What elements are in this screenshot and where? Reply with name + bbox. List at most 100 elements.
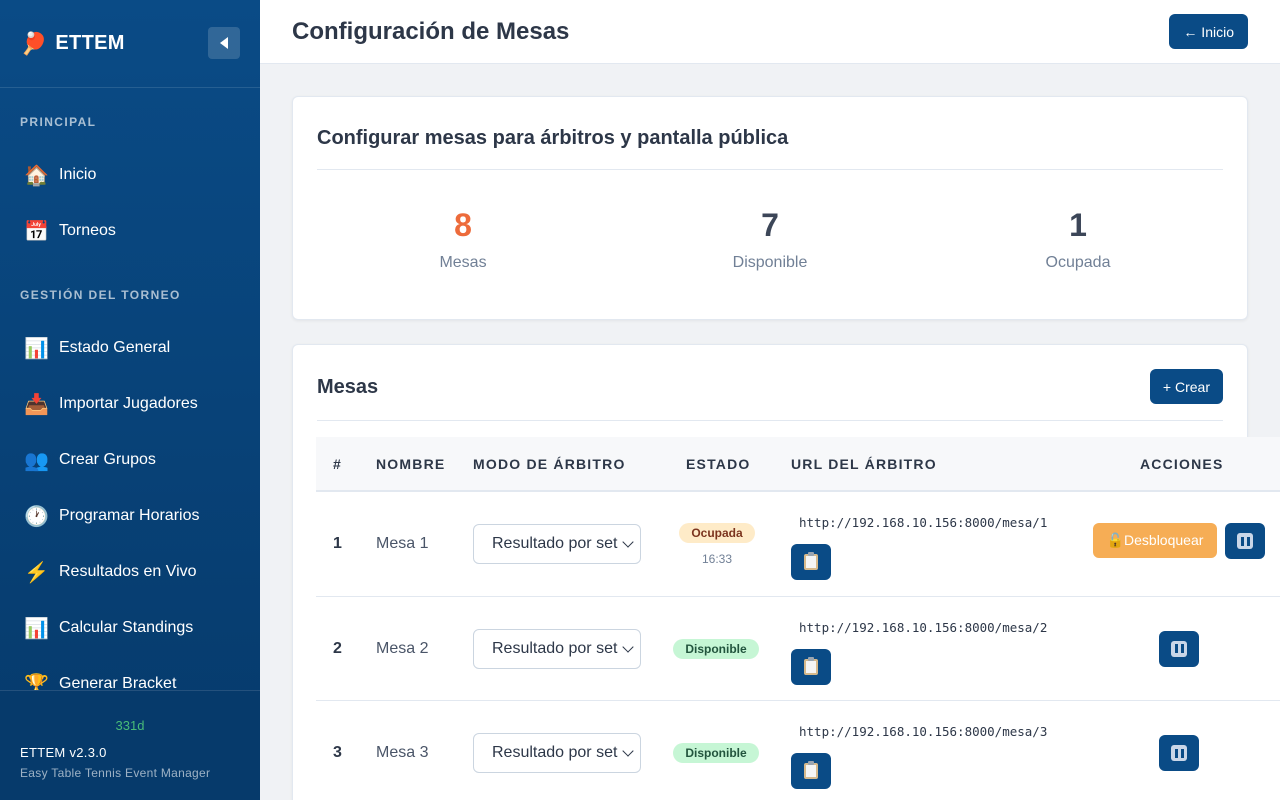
- pause-icon: [1171, 745, 1187, 761]
- table-row: 3 Mesa 3 Resultado por set Disponible ht…: [316, 701, 1280, 800]
- divider: [317, 169, 1223, 170]
- stat-label: Disponible: [732, 254, 808, 271]
- pause-icon: [1237, 533, 1253, 549]
- status-time: 16:33: [701, 552, 733, 566]
- chevron-down-icon: [622, 745, 634, 757]
- home-button[interactable]: ← Inicio: [1169, 14, 1248, 49]
- sidebar-item-label: Torneos: [59, 222, 116, 239]
- sidebar-item-torneos[interactable]: 📅 Torneos: [0, 203, 260, 259]
- column-header: URL DEL ÁRBITRO: [791, 456, 937, 472]
- sidebar-item-label: Importar Jugadores: [59, 395, 198, 412]
- pause-button[interactable]: [1225, 523, 1265, 559]
- clipboard-icon: [804, 656, 818, 675]
- sidebar-item-programar-horarios[interactable]: 🕐 Programar Horarios: [0, 488, 260, 544]
- tables-card-title: Mesas: [317, 376, 379, 398]
- column-header: #: [333, 456, 342, 472]
- referee-url: http://192.168.10.156:8000/mesa/3: [799, 724, 1048, 739]
- sidebar-item-label: Inicio: [59, 166, 97, 183]
- copy-url-button[interactable]: [791, 648, 831, 685]
- pause-button[interactable]: [1159, 630, 1199, 667]
- users-icon: 👥: [24, 449, 49, 472]
- status-cell: Disponible: [672, 743, 760, 763]
- stat-label: Ocupada: [1045, 254, 1111, 271]
- table-row: 1 Mesa 1 Resultado por set Ocupada 16:33…: [316, 492, 1280, 597]
- sidebar-item-resultados-en-vivo[interactable]: ⚡ Resultados en Vivo: [0, 544, 260, 600]
- ping-pong-icon: 🏓: [20, 30, 48, 56]
- summary-card-title: Configurar mesas para árbitros y pantall…: [317, 127, 789, 149]
- referee-mode-select[interactable]: Resultado por set: [473, 524, 641, 564]
- sidebar-item-label: Crear Grupos: [59, 451, 156, 468]
- table-row: 2 Mesa 2 Resultado por set Disponible ht…: [316, 596, 1280, 701]
- referee-url: http://192.168.10.156:8000/mesa/1: [799, 515, 1048, 530]
- sidebar-item-inicio[interactable]: 🏠 Inicio: [0, 147, 260, 203]
- select-value: Resultado por set: [492, 535, 618, 552]
- sidebar-item-label: Calcular Standings: [59, 619, 194, 636]
- stat-value: 7: [761, 207, 779, 243]
- chevron-down-icon: [622, 536, 634, 548]
- row-number: 1: [333, 535, 342, 552]
- status-badge: Disponible: [673, 638, 759, 659]
- stat-label: Mesas: [439, 254, 487, 271]
- sidebar-item-calcular-standings[interactable]: 📊 Calcular Standings: [0, 600, 260, 656]
- app-subtitle: Easy Table Tennis Event Manager: [20, 766, 211, 780]
- pause-icon: [1171, 640, 1187, 657]
- clipboard-icon: [804, 761, 818, 779]
- select-value: Resultado por set: [492, 639, 618, 657]
- sidebar-item-estado-general[interactable]: 📊 Estado General: [0, 320, 260, 376]
- copy-url-button[interactable]: [791, 544, 831, 580]
- license-days-badge: 331d: [115, 718, 145, 733]
- collapse-sidebar-button[interactable]: [208, 27, 240, 59]
- app-version: ETTEM v2.3.0: [20, 745, 107, 760]
- sidebar-item-crear-grupos[interactable]: 👥 Crear Grupos: [0, 432, 260, 488]
- sidebar-item-label: Estado General: [59, 339, 171, 356]
- bar-chart-icon: 📊: [24, 617, 49, 640]
- caret-left-icon: [220, 37, 228, 49]
- row-number: 2: [333, 639, 342, 657]
- stat-value: 1: [1069, 207, 1087, 243]
- status-badge: Ocupada: [679, 523, 755, 543]
- inbox-tray-icon: 📥: [24, 393, 49, 416]
- clipboard-icon: [804, 552, 818, 570]
- sidebar-item-label: Resultados en Vivo: [59, 563, 197, 580]
- referee-mode-select[interactable]: Resultado por set: [473, 628, 641, 669]
- column-header: NOMBRE: [376, 456, 446, 472]
- stat-ocupada: 1 Ocupada: [928, 207, 1228, 272]
- calendar-icon: 📅: [24, 220, 49, 243]
- section-label-principal: PRINCIPAL: [20, 115, 97, 129]
- chevron-down-icon: [622, 640, 634, 653]
- brand: 🏓 ETTEM: [0, 0, 260, 88]
- sidebar-footer: 331d ETTEM v2.3.0 Easy Table Tennis Even…: [0, 690, 260, 800]
- sidebar: 🏓 ETTEM PRINCIPAL 🏠 Inicio 📅 Torneos GES…: [0, 0, 260, 800]
- page-title: Configuración de Mesas: [292, 17, 570, 45]
- referee-mode-select[interactable]: Resultado por set: [473, 733, 641, 773]
- bar-chart-icon: 📊: [24, 337, 49, 360]
- referee-url: http://192.168.10.156:8000/mesa/2: [799, 619, 1048, 635]
- stat-mesas: 8 Mesas: [313, 207, 613, 272]
- pause-button[interactable]: [1159, 735, 1199, 771]
- table-header: # NOMBRE MODO DE ÁRBITRO ESTADO URL DEL …: [316, 437, 1280, 492]
- copy-url-button[interactable]: [791, 753, 831, 789]
- divider: [317, 420, 1223, 421]
- select-value: Resultado por set: [492, 744, 618, 761]
- tables-list: # NOMBRE MODO DE ÁRBITRO ESTADO URL DEL …: [316, 437, 1280, 800]
- status-cell: Disponible: [672, 638, 760, 659]
- sidebar-item-label: Programar Horarios: [59, 507, 200, 524]
- row-number: 3: [333, 744, 342, 761]
- lightning-icon: ⚡: [24, 561, 49, 584]
- sidebar-item-importar-jugadores[interactable]: 📥 Importar Jugadores: [0, 376, 260, 432]
- column-header: ESTADO: [686, 456, 751, 472]
- home-icon: 🏠: [24, 164, 49, 187]
- summary-card: Configurar mesas para árbitros y pantall…: [292, 96, 1248, 320]
- row-name: Mesa 3: [376, 744, 429, 761]
- column-header: ACCIONES: [1140, 456, 1224, 472]
- status-badge: Disponible: [673, 743, 759, 763]
- brand-title: ETTEM: [55, 32, 125, 54]
- column-header: MODO DE ÁRBITRO: [473, 456, 626, 472]
- unlock-button[interactable]: 🔓Desbloquear: [1093, 523, 1217, 558]
- create-table-button[interactable]: + Crear: [1149, 369, 1223, 404]
- row-name: Mesa 2: [376, 639, 429, 657]
- status-cell: Ocupada 16:33: [677, 523, 757, 566]
- row-name: Mesa 1: [376, 535, 429, 552]
- top-header: Configuración de Mesas ← Inicio: [260, 0, 1280, 64]
- stat-value: 8: [454, 207, 472, 243]
